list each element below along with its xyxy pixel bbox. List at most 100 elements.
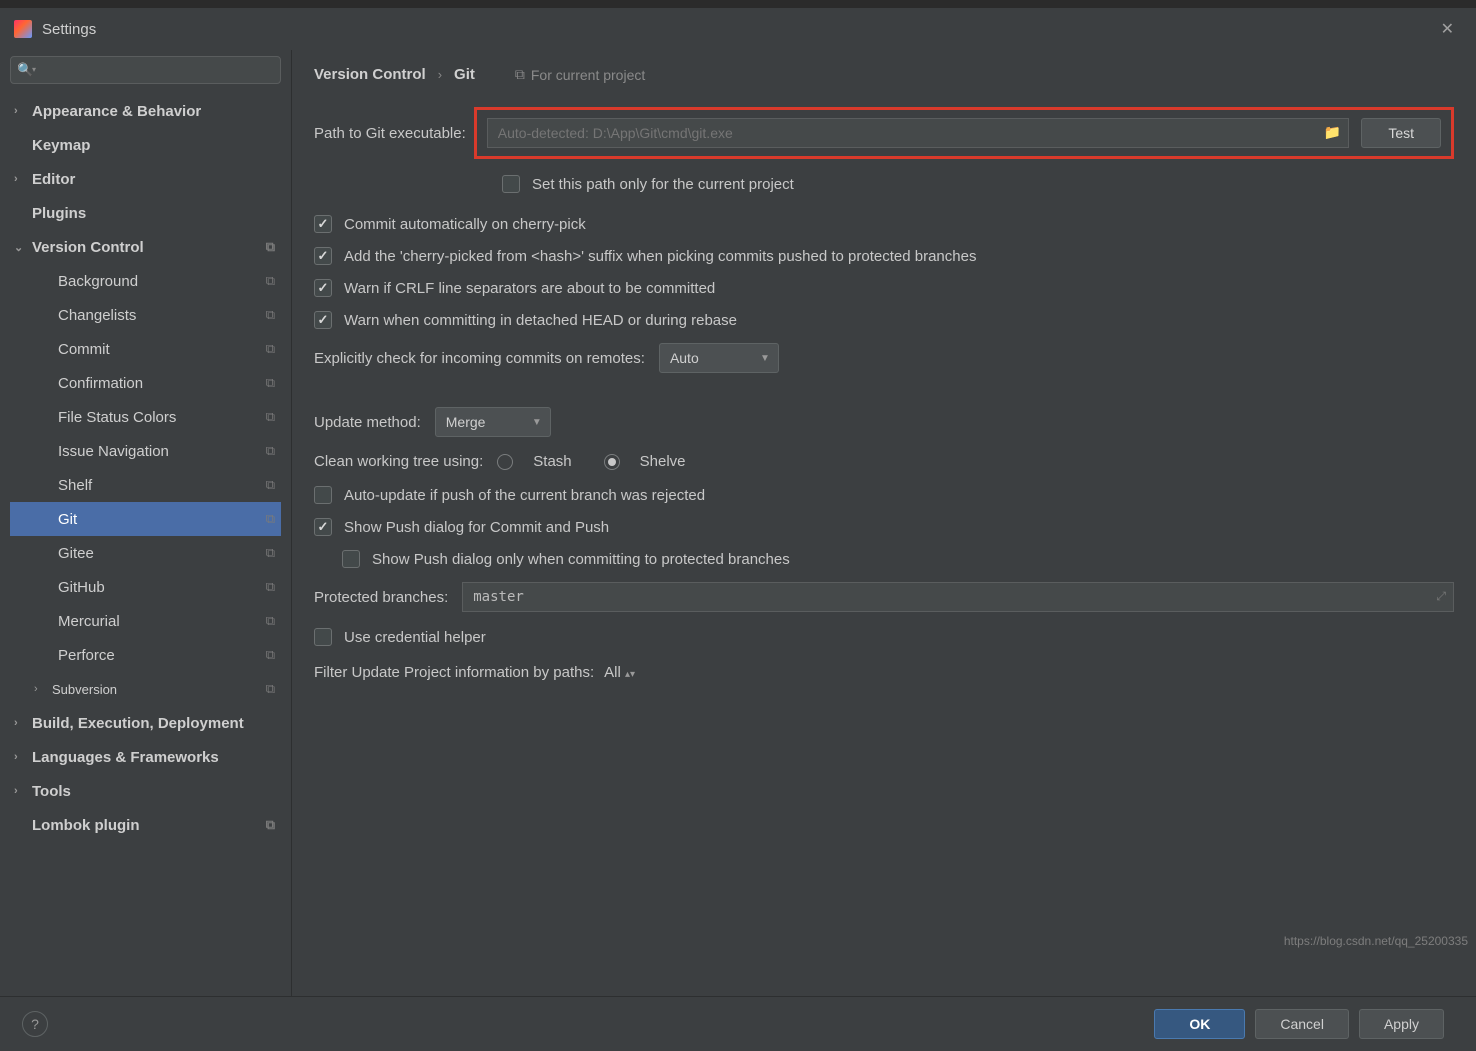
breadcrumb: Version Control › Git ⧉ For current proj… (314, 66, 1454, 83)
add-suffix-checkbox[interactable] (314, 247, 332, 265)
protected-label: Protected branches: (314, 589, 448, 606)
git-path-input[interactable] (487, 118, 1350, 148)
sidebar-item-label: Git (58, 511, 266, 528)
copy-icon: ⧉ (515, 66, 525, 83)
commit-cherry-label: Commit automatically on cherry-pick (344, 216, 586, 233)
sidebar-item-github[interactable]: GitHub⧉ (10, 570, 281, 604)
sidebar-item-issue-navigation[interactable]: Issue Navigation⧉ (10, 434, 281, 468)
search-dropdown-icon[interactable]: ▾ (32, 65, 36, 74)
filter-label: Filter Update Project information by pat… (314, 664, 594, 681)
expand-icon[interactable]: ⤢ (1436, 589, 1446, 604)
sidebar-item-lombok-plugin[interactable]: Lombok plugin⧉ (10, 808, 281, 842)
protected-branches-input[interactable] (462, 582, 1454, 612)
help-button[interactable]: ? (22, 1011, 48, 1037)
sidebar-item-changelists[interactable]: Changelists⧉ (10, 298, 281, 332)
test-button[interactable]: Test (1361, 118, 1441, 148)
sidebar-item-label: Changelists (58, 307, 266, 324)
copy-icon: ⧉ (266, 443, 275, 459)
cancel-button[interactable]: Cancel (1255, 1009, 1349, 1039)
commit-cherry-checkbox[interactable] (314, 215, 332, 233)
title-bar: Settings ✕ (0, 8, 1476, 50)
breadcrumb-current: Git (454, 66, 475, 83)
explicitly-select[interactable]: Auto ▼ (659, 343, 779, 373)
copy-icon: ⧉ (266, 341, 275, 357)
chevron-icon: › (14, 751, 28, 763)
breadcrumb-parent[interactable]: Version Control (314, 66, 426, 83)
path-label: Path to Git executable: (314, 125, 466, 142)
warn-crlf-label: Warn if CRLF line separators are about t… (344, 280, 715, 297)
copy-icon: ⧉ (266, 681, 275, 697)
highlighted-area: 📁 Test (474, 107, 1454, 159)
chevron-icon: ⌄ (14, 241, 28, 254)
add-suffix-label: Add the 'cherry-picked from <hash>' suff… (344, 248, 976, 265)
sidebar-item-languages-frameworks[interactable]: › Languages & Frameworks (10, 740, 281, 774)
chevron-right-icon: › (438, 67, 442, 82)
sidebar-item-version-control[interactable]: ⌄Version Control⧉ (10, 230, 281, 264)
watermark: https://blog.csdn.net/qq_25200335 (1284, 934, 1468, 948)
show-push-label: Show Push dialog for Commit and Push (344, 519, 609, 536)
auto-update-label: Auto-update if push of the current branc… (344, 487, 705, 504)
sidebar-item-editor[interactable]: ›Editor (10, 162, 281, 196)
sidebar-item-label: Appearance & Behavior (32, 103, 275, 120)
main-panel: Version Control › Git ⧉ For current proj… (292, 50, 1476, 996)
copy-icon: ⧉ (266, 613, 275, 629)
sidebar-item-label: Build, Execution, Deployment (32, 715, 275, 732)
for-current-project: ⧉ For current project (515, 66, 645, 83)
sidebar-item-tools[interactable]: › Tools (10, 774, 281, 808)
sidebar-item-perforce[interactable]: Perforce⧉ (10, 638, 281, 672)
sidebar-item-label: Background (58, 273, 266, 290)
warn-detached-checkbox[interactable] (314, 311, 332, 329)
copy-icon: ⧉ (266, 409, 275, 425)
update-method-select[interactable]: Merge ▼ (435, 407, 551, 437)
apply-button[interactable]: Apply (1359, 1009, 1444, 1039)
stash-radio[interactable] (497, 454, 513, 470)
sidebar-item-label: Plugins (32, 205, 275, 222)
sidebar-item-label: Mercurial (58, 613, 266, 630)
sidebar-item-gitee[interactable]: Gitee⧉ (10, 536, 281, 570)
sort-icon: ▴▾ (625, 669, 635, 680)
chevron-icon: › (34, 683, 48, 695)
chevron-down-icon: ▼ (760, 353, 770, 364)
sidebar-item-label: Subversion (52, 682, 266, 697)
sidebar-item-shelf[interactable]: Shelf⧉ (10, 468, 281, 502)
copy-icon: ⧉ (266, 273, 275, 289)
warn-crlf-checkbox[interactable] (314, 279, 332, 297)
settings-tree: › Appearance & Behavior Keymap›Editor Plugi… (10, 94, 281, 986)
sidebar-item-commit[interactable]: Commit⧉ (10, 332, 281, 366)
show-push-protected-label: Show Push dialog only when committing to… (372, 551, 790, 568)
sidebar-item-file-status-colors[interactable]: File Status Colors⧉ (10, 400, 281, 434)
sidebar-item-plugins[interactable]: Plugins (10, 196, 281, 230)
sidebar-item-subversion[interactable]: › Subversion⧉ (10, 672, 281, 706)
chevron-icon: › (14, 717, 28, 729)
sidebar-item-label: Languages & Frameworks (32, 749, 275, 766)
folder-icon[interactable]: 📁 (1324, 124, 1341, 141)
sidebar-item-keymap[interactable]: Keymap (10, 128, 281, 162)
copy-icon: ⧉ (266, 307, 275, 323)
sidebar-item-git[interactable]: Git⧉ (10, 502, 281, 536)
ok-button[interactable]: OK (1154, 1009, 1245, 1039)
sidebar-item-build-execution-deployment[interactable]: › Build, Execution, Deployment (10, 706, 281, 740)
show-push-protected-checkbox[interactable] (342, 550, 360, 568)
stash-label: Stash (533, 453, 571, 470)
sidebar-item-label: Tools (32, 783, 275, 800)
sidebar-item-label: Issue Navigation (58, 443, 266, 460)
use-credential-checkbox[interactable] (314, 628, 332, 646)
search-input[interactable] (10, 56, 281, 84)
set-path-only-checkbox[interactable] (502, 175, 520, 193)
copy-icon: ⧉ (266, 817, 275, 833)
sidebar-item-mercurial[interactable]: Mercurial⧉ (10, 604, 281, 638)
copy-icon: ⧉ (266, 511, 275, 527)
sidebar-item-appearance-behavior[interactable]: › Appearance & Behavior (10, 94, 281, 128)
chevron-icon: › (14, 173, 28, 185)
filter-value[interactable]: All ▴▾ (604, 664, 635, 681)
close-icon[interactable]: ✕ (1433, 15, 1462, 43)
sidebar-item-background[interactable]: Background⧉ (10, 264, 281, 298)
sidebar-item-confirmation[interactable]: Confirmation⧉ (10, 366, 281, 400)
chevron-icon: › (14, 785, 28, 797)
chevron-icon: › (14, 105, 28, 117)
sidebar-item-label: Gitee (58, 545, 266, 562)
shelve-radio[interactable] (604, 454, 620, 470)
auto-update-checkbox[interactable] (314, 486, 332, 504)
search-icon: 🔍 (17, 62, 33, 78)
show-push-checkbox[interactable] (314, 518, 332, 536)
